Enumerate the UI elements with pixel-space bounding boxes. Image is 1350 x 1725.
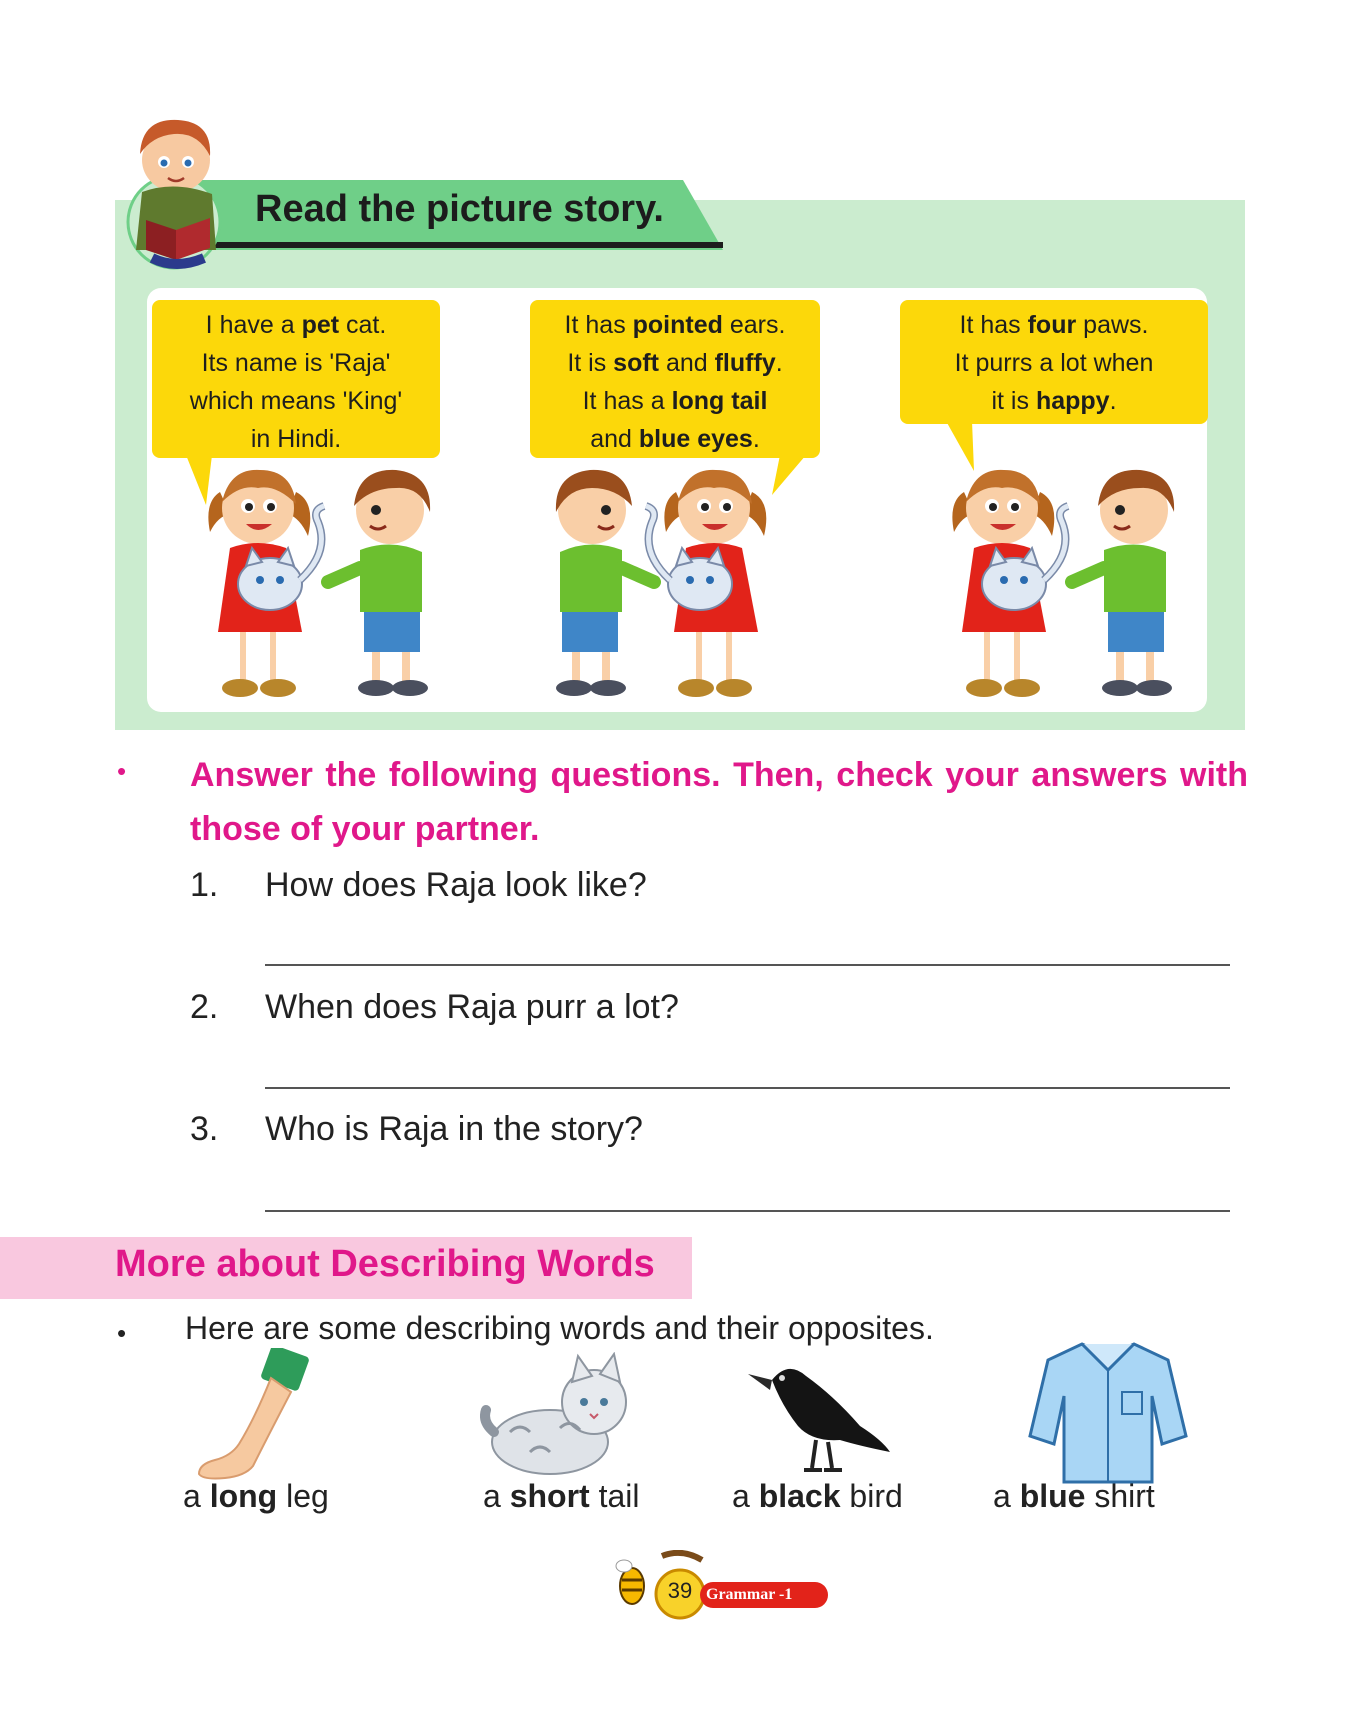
boy-reading-icon (126, 119, 222, 270)
bubble-text-run: cat. (339, 311, 387, 339)
boy-icon (321, 469, 431, 696)
caption-blue-shirt: a blue shirt (993, 1478, 1155, 1514)
bubble-text-run: happy (1035, 387, 1110, 415)
questions-bullet: • (117, 756, 127, 786)
bubble-text-run: it is (991, 387, 1036, 415)
describing-intro: Here are some describing words and their… (185, 1310, 934, 1346)
book-name: Grammar -1 (706, 1586, 793, 1603)
question-1-number: 1. (190, 866, 219, 904)
bubble-text-run: which means 'King' (189, 387, 403, 415)
kids-with-cat-scene-1 (208, 469, 431, 697)
bubble-text-run: It has a (582, 387, 672, 415)
bubble-text-run: It is (567, 349, 614, 377)
bubble-text-run: in Hindi. (250, 425, 342, 453)
bubble-1-line-3: which means 'King' (152, 382, 440, 420)
bubble-text-run: I have a (205, 311, 302, 339)
footer-badge (615, 1550, 828, 1620)
bubble-text-run: and (659, 349, 715, 377)
question-3-text: Who is Raja in the story? (265, 1110, 643, 1148)
crow-icon (748, 1368, 890, 1472)
kids-with-cat-scene-2 (555, 469, 767, 697)
answer-line-1[interactable] (265, 964, 1230, 966)
bubble-text-run: It has (564, 311, 633, 339)
bubble-2-line-1: It has pointed ears. (530, 306, 820, 344)
page-number: 39 (667, 1578, 693, 1603)
bubble-text-run: . (775, 349, 783, 377)
bubble-text-run: . (1109, 387, 1117, 415)
boy-icon (1065, 469, 1175, 696)
caption-short-tail: a short tail (483, 1478, 640, 1514)
bubble-text-run: It has (959, 311, 1028, 339)
answer-line-2[interactable] (265, 1087, 1230, 1089)
bubble-1-line-2: Its name is 'Raja' (152, 344, 440, 382)
question-1-text: How does Raja look like? (265, 866, 647, 904)
bubble-1-line-4: in Hindi. (152, 420, 440, 458)
describing-bullet: • (117, 1318, 127, 1348)
kids-with-cat-scene-3 (952, 469, 1175, 697)
bubble-text-run: long tail (671, 387, 768, 415)
shirt-icon (1028, 1342, 1188, 1484)
bubble-text-run: and (590, 425, 639, 453)
questions-instruction: Answer the following questions. Then, ch… (190, 756, 1248, 848)
leg-icon (197, 1348, 309, 1480)
story-title: Read the picture story. (255, 188, 664, 230)
bubble-2-line-4: and blue eyes. (530, 420, 820, 458)
cat-icon (480, 1352, 627, 1475)
bubble-3-line-2: It purrs a lot when (900, 344, 1208, 382)
bubble-text-run: soft (613, 349, 659, 377)
speech-bubble-3: It has four paws. It purrs a lot when it i… (900, 300, 1208, 424)
bubble-text-run: It purrs a lot when (954, 349, 1154, 377)
caption-black-bird: a black bird (732, 1478, 903, 1514)
answer-line-3[interactable] (265, 1210, 1230, 1212)
question-2-text: When does Raja purr a lot? (265, 988, 679, 1026)
bubble-text-run: Its name is 'Raja' (201, 349, 391, 377)
bubble-text-run: ears. (722, 311, 786, 339)
boy-icon (555, 469, 661, 696)
bubble-2-line-3: It has a long tail (530, 382, 820, 420)
bubble-text-run: paws. (1076, 311, 1149, 339)
bubble-text-run: . (752, 425, 760, 453)
bubble-text-run: blue eyes (638, 425, 753, 453)
bubble-text-run: four (1027, 311, 1077, 339)
bubble-3-line-3: it is happy. (900, 382, 1208, 420)
speech-bubble-1: I have a pet cat. Its name is 'Raja' which… (152, 300, 440, 458)
speech-bubble-2: It has pointed ears. It is soft and fluff… (530, 300, 820, 458)
bubble-2-line-2: It is soft and fluffy. (530, 344, 820, 382)
bubble-3-line-1: It has four paws. (900, 306, 1208, 344)
bubble-text-run: pointed (632, 311, 723, 339)
section-heading: More about Describing Words (115, 1243, 655, 1285)
caption-long-leg: a long leg (183, 1478, 329, 1514)
question-2-number: 2. (190, 988, 219, 1026)
bubble-1-line-1: I have a pet cat. (152, 306, 440, 344)
bubble-text-run: fluffy (714, 349, 776, 377)
bee-icon (615, 1559, 645, 1605)
bubble-text-run: pet (301, 311, 340, 339)
question-3-number: 3. (190, 1110, 219, 1148)
